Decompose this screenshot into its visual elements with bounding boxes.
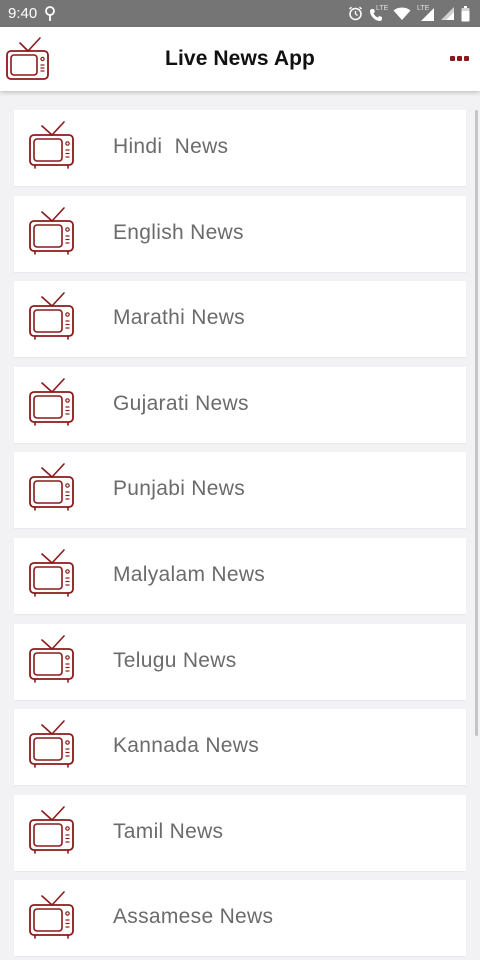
tv-icon: [29, 206, 74, 255]
lte-label: LTE: [376, 4, 389, 12]
tv-icon: [29, 292, 74, 340]
list-item-malyalam-news[interactable]: Malyalam News: [14, 537, 466, 614]
location-pin-icon: [45, 5, 56, 21]
list-item-telugu-news[interactable]: Telugu News: [14, 623, 466, 700]
status-bar: 9:40 LTE LTE: [0, 0, 480, 27]
tv-icon: [29, 121, 74, 169]
list-item-label: Kannada News: [113, 734, 260, 758]
list-item-kannada-news[interactable]: Kannada News: [14, 709, 466, 786]
list-item-label: Gujarati News: [113, 391, 249, 415]
phone-lte-icon: LTE: [369, 4, 389, 22]
tv-icon: [29, 805, 74, 854]
list-item-marathi-news[interactable]: Marathi News: [14, 281, 466, 358]
list-item-label: Assamese News: [113, 905, 274, 929]
tv-icon: [29, 720, 74, 768]
list-item-punjabi-news[interactable]: Punjabi News: [14, 452, 466, 529]
list-item-hindi-news[interactable]: Hindi News: [14, 110, 466, 186]
scrollbar[interactable]: [475, 110, 478, 736]
list-item-label: English News: [113, 220, 244, 244]
more-options-button[interactable]: [446, 49, 472, 67]
list-item-gujarati-news[interactable]: Gujarati News: [14, 366, 466, 443]
tv-icon: [29, 463, 74, 512]
app-title: Live News App: [165, 47, 315, 70]
alarm-icon: [348, 6, 363, 21]
more-options-icon: [449, 55, 455, 61]
news-list: Hindi News English News Marathi News Guj…: [14, 110, 466, 960]
battery-icon: [461, 5, 470, 21]
tv-icon: [29, 549, 74, 597]
signal-icon: [441, 6, 454, 20]
list-item-label: Malyalam News: [113, 562, 266, 586]
signal-lte-icon: LTE: [417, 5, 435, 22]
tv-icon: [29, 634, 74, 683]
more-options-dot: [456, 55, 462, 61]
list-item-label: Punjabi News: [113, 477, 245, 501]
list-item-tamil-news[interactable]: Tamil News: [14, 794, 466, 871]
tv-icon: [29, 377, 74, 426]
wifi-icon: [393, 7, 411, 20]
status-icons: LTE LTE: [348, 4, 470, 22]
status-left: 9:40: [8, 5, 56, 22]
status-time: 9:40: [8, 5, 38, 22]
more-options-dot: [463, 55, 469, 61]
list-item-label: Marathi News: [113, 306, 245, 330]
list-item-english-news[interactable]: English News: [14, 195, 466, 272]
tv-icon: [29, 891, 74, 940]
list-item-label: Telugu News: [113, 648, 237, 672]
list-item-label: Hindi News: [113, 135, 229, 158]
app-bar: Live News App: [0, 27, 480, 91]
list-item-label: Tamil News: [113, 819, 224, 843]
list-item-assamese-news[interactable]: Assamese News: [14, 880, 466, 957]
